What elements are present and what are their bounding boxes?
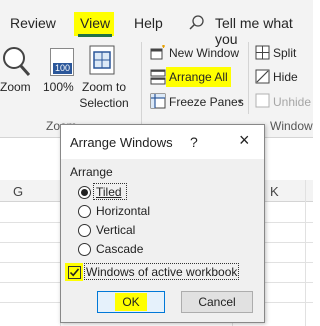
hundred-badge: 100 [53,63,72,74]
zoom-to-selection-icon[interactable] [88,44,116,76]
radio-tiled[interactable] [78,186,91,199]
zoom-to-selection-line2[interactable]: Selection [78,96,130,111]
window-group-label: Window [270,119,313,133]
column-header-g[interactable]: G [13,184,23,199]
focus-rect [84,263,239,280]
group-divider [141,42,142,132]
arrange-windows-dialog: Arrange Windows ? × Arrange Tiled Horizo… [60,124,265,323]
grid-line [305,180,306,326]
radio-cascade[interactable] [78,243,91,256]
tell-me-search[interactable]: Tell me what you [215,15,313,47]
active-tab-indicator [78,34,112,37]
zoom-magnifier-icon[interactable] [0,44,30,78]
zoom-to-selection-line1[interactable]: Zoom to [80,80,128,95]
dialog-title: Arrange Windows [70,135,173,150]
command-divider [248,42,249,114]
freeze-panes-button[interactable]: Freeze Panes [169,95,244,109]
checkmark-icon [69,268,80,277]
radio-horizontal-label[interactable]: Horizontal [96,204,150,218]
tab-view[interactable]: View [80,15,110,31]
unhide-icon [255,93,270,108]
new-window-icon[interactable] [150,45,166,61]
focus-rect [93,183,127,200]
help-icon[interactable]: ? [190,134,198,150]
column-header-k[interactable]: K [270,184,279,199]
ok-button[interactable]: OK [97,291,165,313]
arrange-section-label: Arrange [70,165,113,179]
zoom-button[interactable]: Zoom [0,80,31,95]
tab-review[interactable]: Review [10,15,56,31]
radio-horizontal[interactable] [78,205,91,218]
radio-vertical-label[interactable]: Vertical [96,223,135,237]
cancel-button[interactable]: Cancel [181,291,253,313]
hundred-percent-button[interactable]: 100% [43,80,74,95]
arrange-all-icon[interactable] [150,69,166,85]
new-window-button[interactable]: New Window [169,46,239,60]
ok-label: OK [122,295,140,309]
radio-vertical[interactable] [78,224,91,237]
unhide-button: Unhide [273,95,312,109]
close-icon[interactable]: × [239,130,250,151]
hundred-percent-icon[interactable]: 100 [50,48,74,76]
lightbulb-search-icon[interactable] [188,14,206,32]
freeze-panes-icon[interactable] [150,93,166,109]
split-button[interactable]: Split [273,46,296,60]
active-workbook-checkbox[interactable] [68,266,81,279]
hide-button[interactable]: Hide [273,70,298,84]
radio-cascade-label[interactable]: Cascade [96,242,143,256]
split-icon[interactable] [255,45,270,60]
tab-help[interactable]: Help [134,15,163,31]
arrange-all-button[interactable]: Arrange All [169,70,228,84]
hide-icon[interactable] [255,69,270,84]
chevron-down-icon[interactable]: ▾ [238,97,242,106]
